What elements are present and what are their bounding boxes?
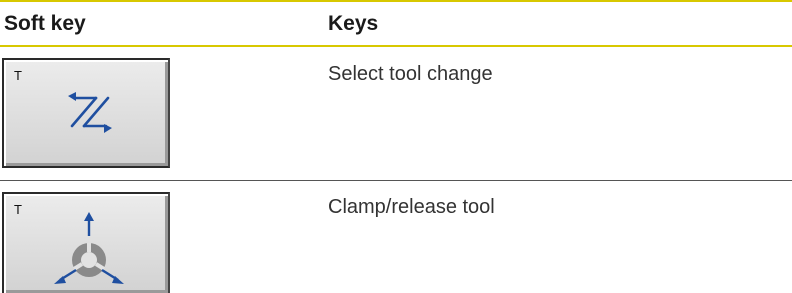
clamp-release-tool-softkey[interactable]: T (2, 192, 170, 293)
row-description: Clamp/release tool (328, 196, 495, 218)
select-tool-change-softkey[interactable]: T (2, 58, 170, 168)
tool-change-arrows-icon (68, 92, 112, 133)
row-divider (0, 180, 792, 181)
header-rule (0, 45, 792, 47)
column-header-keys: Keys (328, 12, 379, 35)
column-header-soft-key: Soft key (4, 12, 86, 35)
clamp-release-tool-icon (54, 212, 124, 284)
softkey-label: T (14, 202, 22, 217)
softkey-label: T (14, 68, 22, 83)
top-rule (0, 0, 792, 2)
row-description: Select tool change (328, 63, 493, 85)
